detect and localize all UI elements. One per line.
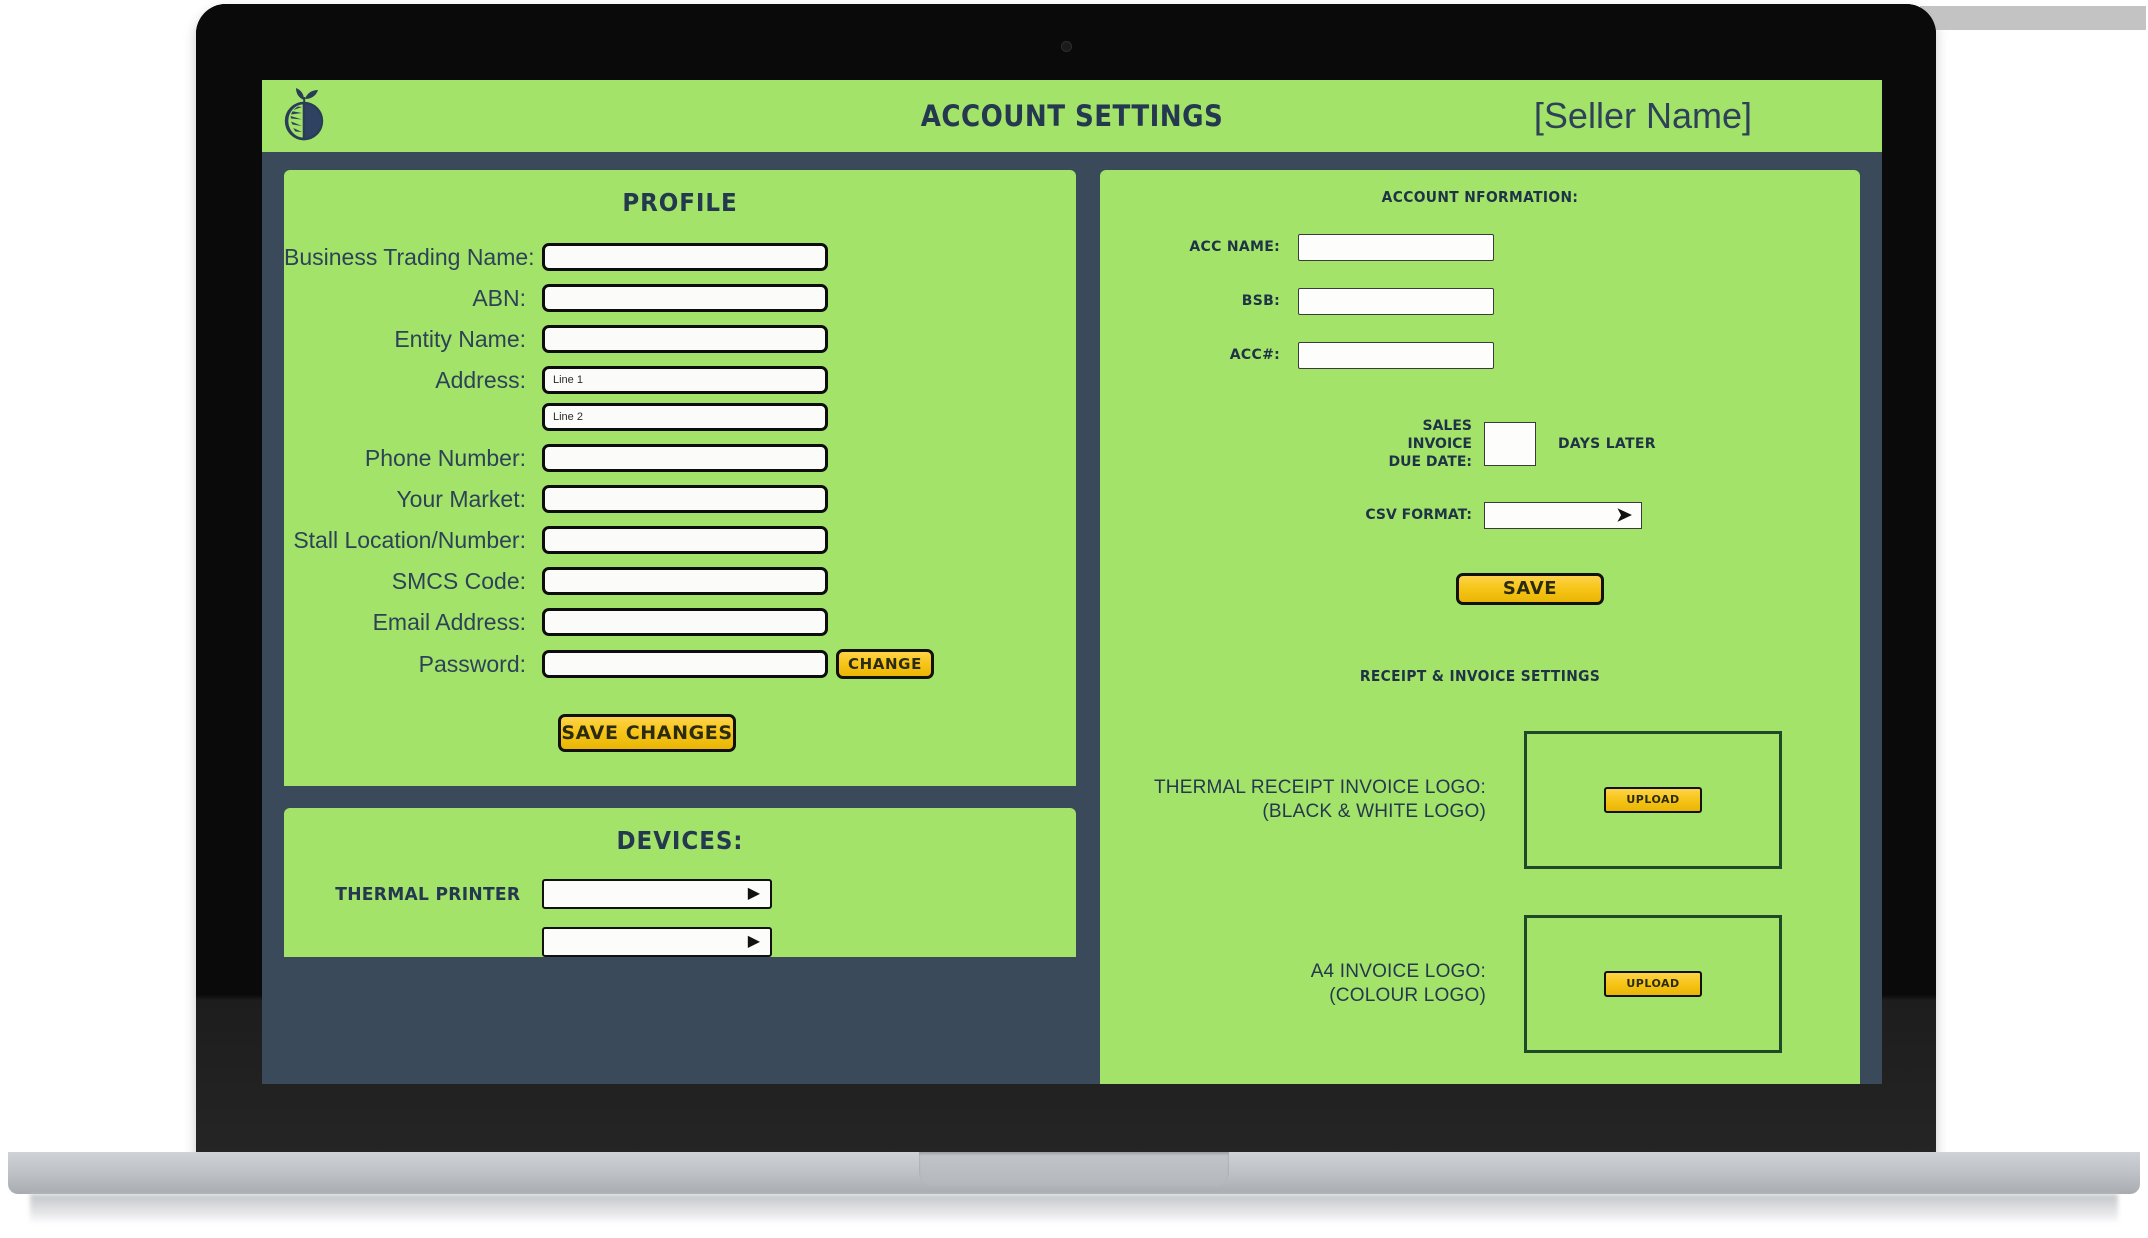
form-row-business-trading-name: Business Trading Name: [284,243,1076,271]
label-bsb: BSB: [1241,292,1280,309]
label-sales-invoice-due-date: SALES INVOICE DUE DATE: [1358,417,1484,472]
laptop-mockup: ACCOUNT SETTINGS [Seller Name] PROFILE B… [0,0,2148,1238]
profile-form: Business Trading Name: ABN: Entity Name: [284,243,1076,752]
label-days-later: DAYS LATER [1558,436,1656,453]
a4-invoice-logo-row: A4 INVOICE LOGO: (COLOUR LOGO) UPLOAD [1100,914,1860,1053]
thermal-receipt-logo-dropzone[interactable]: UPLOAD [1524,730,1782,869]
label-your-market: Your Market: [396,485,526,512]
label-csv-format: CSV FORMAT: [1365,507,1472,524]
select-csv-format[interactable]: ➤ [1484,501,1642,529]
input-phone-number[interactable] [542,444,828,472]
account-information-form: ACC NAME: BSB: ACC#: [1100,234,1860,369]
label-phone-number: Phone Number: [364,444,526,471]
label-a4-invoice-logo: A4 INVOICE LOGO: (COLOUR LOGO) [1124,960,1524,1008]
laptop-shadow-right [1920,6,2146,30]
app-header: ACCOUNT SETTINGS [Seller Name] [262,80,1882,152]
form-row-email-address: Email Address: [284,608,1076,636]
form-row-your-market: Your Market: [284,485,1076,513]
device-row-secondary: ▶ [284,927,1076,957]
label-abn: ABN: [472,284,526,311]
input-abn[interactable] [542,284,828,312]
caret-right-solid-icon-2: ▶ [747,933,760,950]
input-smcs-code[interactable] [542,567,828,595]
input-acc-number[interactable] [1298,342,1494,369]
left-column: PROFILE Business Trading Name: ABN: Enti… [284,170,1076,1084]
form-row-acc-number: ACC#: [1100,342,1860,369]
change-password-button[interactable]: CHANGE [836,649,934,679]
label-acc-name: ACC NAME: [1189,238,1280,255]
arrow-right-bold-icon: ➤ [1616,504,1632,526]
input-password[interactable] [542,650,828,678]
label-thermal-printer: THERMAL PRINTER [335,883,521,905]
label-stall-location: Stall Location/Number: [293,526,526,553]
profile-panel: PROFILE Business Trading Name: ABN: Enti… [284,170,1076,786]
input-acc-name[interactable] [1298,234,1494,261]
select-device-secondary[interactable]: ▶ [542,927,772,957]
main-content: PROFILE Business Trading Name: ABN: Enti… [262,152,1882,1084]
form-row-password: Password: CHANGE [284,649,1076,679]
form-row-entity-name: Entity Name: [284,325,1076,353]
caret-right-solid-icon: ▶ [747,885,760,902]
form-row-address-line1: Address: Line 1 [284,366,1076,394]
a4-invoice-logo-dropzone[interactable]: UPLOAD [1524,914,1782,1053]
label-thermal-receipt-logo-line1: THERMAL RECEIPT INVOICE LOGO: [1153,776,1486,798]
form-row-abn: ABN: [284,284,1076,312]
label-email-address: Email Address: [372,608,526,635]
thermal-receipt-logo-row: THERMAL RECEIPT INVOICE LOGO: (BLACK & W… [1100,730,1860,869]
laptop-base-notch [919,1152,1229,1186]
upload-thermal-receipt-logo-button[interactable]: UPLOAD [1604,786,1702,813]
form-row-bsb: BSB: [1100,288,1860,315]
save-changes-button[interactable]: SAVE CHANGES [558,714,736,752]
form-row-stall-location: Stall Location/Number: [284,526,1076,554]
label-due-date-line2: DUE DATE: [1388,454,1472,471]
profile-panel-title: PROFILE [622,188,738,217]
input-email-address[interactable] [542,608,828,636]
input-bsb[interactable] [1298,288,1494,315]
sales-invoice-due-date-row: SALES INVOICE DUE DATE: DAYS LATER [1358,417,1860,472]
label-a4-invoice-logo-line1: A4 INVOICE LOGO: [1310,960,1486,982]
account-information-title: ACCOUNT NFORMATION: [1381,188,1579,206]
input-business-trading-name[interactable] [542,243,828,271]
form-row-smcs-code: SMCS Code: [284,567,1076,595]
input-address-line2[interactable]: Line 2 [542,403,828,431]
device-row-thermal-printer: THERMAL PRINTER ▶ [284,879,1076,909]
save-account-information-button[interactable]: SAVE [1456,572,1604,605]
input-stall-location[interactable] [542,526,828,554]
select-thermal-printer[interactable]: ▶ [542,879,772,909]
label-due-date-line1: SALES INVOICE [1407,418,1472,453]
form-row-phone-number: Phone Number: [284,444,1076,472]
screen-content: ACCOUNT SETTINGS [Seller Name] PROFILE B… [262,80,1882,1084]
label-acc-number: ACC#: [1229,346,1280,363]
devices-panel-title: DEVICES: [616,826,744,855]
label-thermal-receipt-logo: THERMAL RECEIPT INVOICE LOGO: (BLACK & W… [1124,776,1524,824]
input-sales-invoice-due-days[interactable] [1484,422,1536,467]
account-information-panel: ACCOUNT NFORMATION: ACC NAME: BSB: ACC#: [1100,170,1860,1084]
seller-name[interactable]: [Seller Name] [1534,95,1752,137]
label-thermal-receipt-logo-line2: (BLACK & WHITE LOGO) [1262,800,1486,822]
label-address: Address: [435,366,526,393]
upload-a4-invoice-logo-button[interactable]: UPLOAD [1604,970,1702,997]
form-row-acc-name: ACC NAME: [1100,234,1860,261]
label-business-trading-name: Business Trading Name: [284,243,535,270]
citrus-fruit-logo-icon[interactable] [280,86,328,144]
label-a4-invoice-logo-line2: (COLOUR LOGO) [1329,984,1486,1006]
input-entity-name[interactable] [542,325,828,353]
label-password: Password: [418,650,526,677]
csv-format-row: CSV FORMAT: ➤ [1358,501,1860,529]
devices-panel: DEVICES: THERMAL PRINTER ▶ ▶ [284,808,1076,957]
label-smcs-code: SMCS Code: [391,567,526,594]
input-your-market[interactable] [542,485,828,513]
form-row-address-line2: Line 2 [284,403,1076,431]
receipt-invoice-settings-title: RECEIPT & INVOICE SETTINGS [1359,666,1601,685]
right-column: ACCOUNT NFORMATION: ACC NAME: BSB: ACC#: [1100,170,1860,1084]
laptop-base-shadow [30,1194,2118,1224]
webcam-icon [1062,42,1071,51]
input-address-line1[interactable]: Line 1 [542,366,828,394]
label-entity-name: Entity Name: [394,325,526,352]
